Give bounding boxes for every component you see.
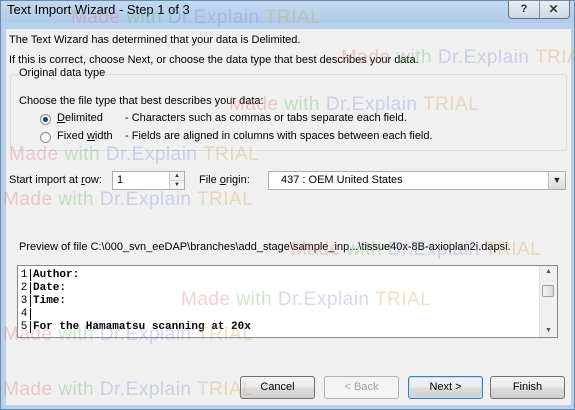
preview-vertical-scrollbar[interactable]: ▲ ▼ xyxy=(539,266,557,337)
intro-line-2: If this is correct, choose Next, or choo… xyxy=(9,54,419,66)
fixed-width-label[interactable]: Fixed width xyxy=(57,130,113,142)
preview-row: 4 xyxy=(18,308,33,320)
start-row-spinner[interactable]: 1 ▲ ▼ xyxy=(112,171,185,190)
start-import-label: Start import at row: xyxy=(9,174,102,186)
fixed-width-radio[interactable] xyxy=(40,132,51,143)
wizard-content: The Text Wizard has determined that your… xyxy=(6,29,571,405)
delimited-description: - Characters such as commas or tabs sepa… xyxy=(125,112,407,124)
preview-row: 1 Author: xyxy=(18,269,79,281)
cancel-button[interactable]: Cancel xyxy=(240,376,315,399)
spinner-buttons: ▲ ▼ xyxy=(169,172,184,189)
window-title: Text Import Wizard - Step 1 of 3 xyxy=(7,2,190,17)
delimited-radio[interactable] xyxy=(40,114,51,125)
file-origin-value: 437 : OEM United States xyxy=(281,174,403,186)
file-origin-label: File origin: xyxy=(199,174,250,186)
preview-label: Preview of file C:\000_svn_eeDAP\branche… xyxy=(19,241,511,253)
scroll-up-icon[interactable]: ▲ xyxy=(540,266,557,278)
spin-up-icon[interactable]: ▲ xyxy=(170,172,184,181)
back-button[interactable]: < Back xyxy=(324,376,399,399)
scroll-thumb[interactable] xyxy=(542,285,554,297)
preview-row: 3 Time: xyxy=(18,295,66,307)
file-origin-select[interactable]: 437 : OEM United States ▼ xyxy=(268,171,566,190)
preview-row: 2 Date: xyxy=(18,282,66,294)
title-bar[interactable]: Text Import Wizard - Step 1 of 3 ? ✕ xyxy=(1,1,574,23)
help-button[interactable]: ? xyxy=(509,1,540,18)
caption-buttons: ? ✕ xyxy=(508,1,570,19)
intro-line-1: The Text Wizard has determined that your… xyxy=(9,34,301,46)
delimited-label[interactable]: Delimited xyxy=(57,112,103,124)
finish-button[interactable]: Finish xyxy=(490,376,565,399)
start-row-value[interactable]: 1 xyxy=(117,174,123,186)
scroll-down-icon[interactable]: ▼ xyxy=(540,325,557,337)
preview-row: 5 For the Hamamatsu scanning at 20x xyxy=(18,321,251,333)
spin-down-icon[interactable]: ▼ xyxy=(170,181,184,189)
close-button[interactable]: ✕ xyxy=(538,1,569,18)
group-legend: Original data type xyxy=(16,67,109,79)
fixed-width-description: - Fields are aligned in columns with spa… xyxy=(125,130,433,142)
next-button[interactable]: Next > xyxy=(408,376,483,399)
original-data-type-group: Original data type Choose the file type … xyxy=(10,67,567,151)
file-type-prompt: Choose the file type that best describes… xyxy=(19,95,264,107)
file-preview[interactable]: 1 Author: 2 Date: 3 Time: 4 5 For the Hamama… xyxy=(17,265,558,338)
dropdown-arrow-icon[interactable]: ▼ xyxy=(548,172,565,189)
text-import-wizard-window: Text Import Wizard - Step 1 of 3 ? ✕ The… xyxy=(0,0,575,410)
